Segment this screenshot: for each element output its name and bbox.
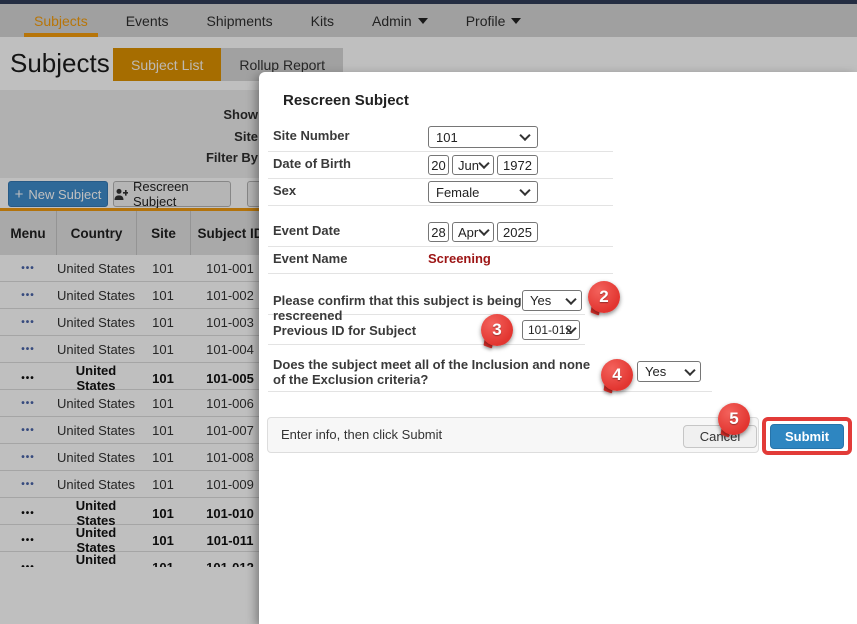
chevron-down-icon [519,185,530,196]
sex-label: Sex [273,183,296,198]
dob-label: Date of Birth [273,156,351,171]
confirm-rescreen-value: Yes [530,293,551,308]
previous-id-select[interactable]: 101-012 [522,320,580,340]
previous-id-label: Previous ID for Subject [273,323,416,338]
field-event-date: Event Date 28 Apr 2025 [268,219,613,247]
dob-day-input[interactable]: 20 [428,155,449,175]
event-month-value: Apr [458,225,478,240]
modal-title: Rescreen Subject [283,92,409,109]
event-date-label: Event Date [273,223,340,238]
annotation-badge-4: 4 [601,359,633,391]
event-year-input[interactable]: 2025 [497,222,538,242]
chevron-down-icon [684,364,695,375]
event-name-value: Screening [428,251,491,266]
chevron-down-icon [478,225,489,236]
badge-number: 4 [601,359,633,391]
event-day-input[interactable]: 28 [428,222,449,242]
criteria-value: Yes [645,364,666,379]
field-sex: Sex Female [268,179,613,206]
criteria-select[interactable]: Yes [637,361,701,382]
sex-value: Female [436,185,479,200]
dob-year-value: 1972 [503,158,532,173]
event-year-value: 2025 [503,225,532,240]
annotation-badge-5: 5 [718,403,750,435]
field-date-of-birth: Date of Birth 20 Jun 1972 [268,152,613,179]
field-event-name: Event Name Screening [268,247,613,274]
dob-month-select[interactable]: Jun [452,155,494,175]
dob-day-value: 20 [431,158,445,173]
submit-button[interactable]: Submit [770,424,844,449]
badge-number: 3 [481,314,513,346]
criteria-label: Does the subject meet all of the Inclusi… [273,357,597,387]
footer-hint: Enter info, then click Submit [281,427,442,442]
event-month-select[interactable]: Apr [452,222,494,242]
chevron-down-icon [565,293,576,304]
site-number-value: 101 [436,130,458,145]
badge-number: 5 [718,403,750,435]
site-number-label: Site Number [273,128,350,143]
sex-select[interactable]: Female [428,181,538,203]
badge-number: 2 [588,281,620,313]
confirm-rescreen-select[interactable]: Yes [522,290,582,311]
previous-id-value: 101-012 [528,323,572,337]
field-site-number: Site Number 101 [268,124,613,152]
annotation-badge-3: 3 [481,314,513,346]
event-day-value: 28 [431,225,445,240]
dob-month-value: Jun [458,158,479,173]
rescreen-subject-modal: Rescreen Subject Site Number 101 Date of… [259,72,857,624]
site-number-select[interactable]: 101 [428,126,538,148]
dob-year-input[interactable]: 1972 [497,155,538,175]
chevron-down-icon [519,130,530,141]
chevron-down-icon [478,158,489,169]
event-name-label: Event Name [273,251,347,266]
annotation-badge-2: 2 [588,281,620,313]
